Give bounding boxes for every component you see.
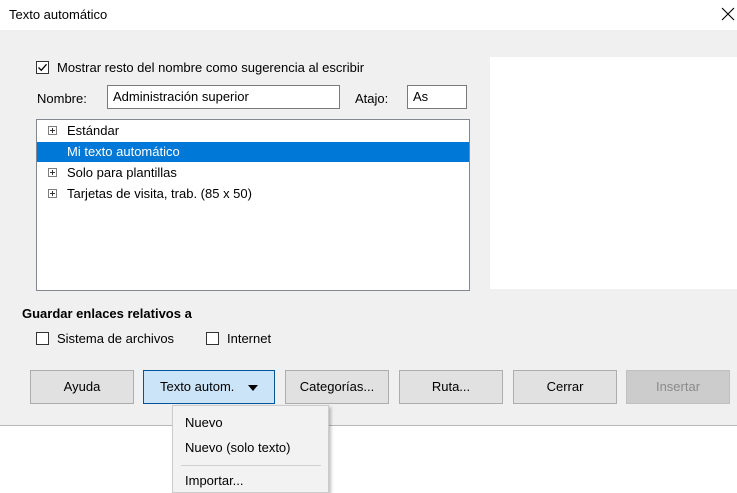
expand-plus-icon[interactable] <box>48 189 57 198</box>
expand-plus-icon[interactable] <box>48 168 57 177</box>
internet-checkbox[interactable] <box>206 332 219 345</box>
checkmark-icon <box>38 63 47 72</box>
dropdown-arrow-icon <box>248 384 259 391</box>
show-remainder-checkbox[interactable] <box>36 61 49 74</box>
menu-item-label: Nuevo (solo texto) <box>185 440 291 455</box>
title-bar: Texto automático <box>0 0 737 30</box>
tree-item-label: Solo para plantillas <box>67 165 177 180</box>
tree-item-label: Estándar <box>67 123 120 138</box>
preview-pane <box>490 57 737 289</box>
tree-item-label: Tarjetas de visita, trab. (85 x 50) <box>67 186 252 201</box>
close-button[interactable]: Cerrar <box>513 370 617 404</box>
tree-item-my-autotext[interactable]: Mi texto automático <box>37 142 469 162</box>
autotext-tree[interactable]: Estándar Mi texto automático Solo para p… <box>36 119 470 291</box>
menu-separator <box>181 465 321 466</box>
save-links-heading: Guardar enlaces relativos a <box>22 306 192 321</box>
filesystem-label: Sistema de archivos <box>57 331 175 346</box>
shortcut-field[interactable]: As <box>407 85 467 109</box>
tree-item-templates-only[interactable]: Solo para plantillas <box>37 163 469 183</box>
tree-item-standard[interactable]: Estándar <box>37 121 469 141</box>
name-field[interactable]: Administración superior <box>107 85 340 109</box>
filesystem-checkbox[interactable] <box>36 332 49 345</box>
autotext-dialog: Texto automático Mostrar resto del nombr… <box>0 0 737 426</box>
menu-item-label: Importar... <box>185 473 244 488</box>
menu-item-label: Nuevo <box>185 415 223 430</box>
menu-item-new[interactable]: Nuevo <box>173 412 328 434</box>
autotext-menu-button[interactable]: Texto autom. <box>143 370 275 404</box>
help-button[interactable]: Ayuda <box>30 370 134 404</box>
path-button[interactable]: Ruta... <box>399 370 503 404</box>
menu-item-import[interactable]: Importar... <box>173 470 328 492</box>
categories-button[interactable]: Categorías... <box>285 370 389 404</box>
window-title: Texto automático <box>9 7 108 22</box>
autotext-dropdown-menu: Nuevo Nuevo (solo texto) Importar... <box>172 405 329 493</box>
expand-plus-icon[interactable] <box>48 126 57 135</box>
shortcut-label: Atajo: <box>355 91 389 106</box>
tree-item-business-cards[interactable]: Tarjetas de visita, trab. (85 x 50) <box>37 184 469 204</box>
internet-label: Internet <box>227 331 272 346</box>
close-icon[interactable] <box>716 2 737 26</box>
autotext-button-label: Texto autom. <box>159 379 235 394</box>
show-remainder-label: Mostrar resto del nombre como sugerencia… <box>57 60 365 75</box>
insert-button: Insertar <box>626 370 730 404</box>
tree-item-label: Mi texto automático <box>67 144 180 159</box>
name-label: Nombre: <box>37 91 87 106</box>
menu-item-new-text-only[interactable]: Nuevo (solo texto) <box>173 437 328 459</box>
